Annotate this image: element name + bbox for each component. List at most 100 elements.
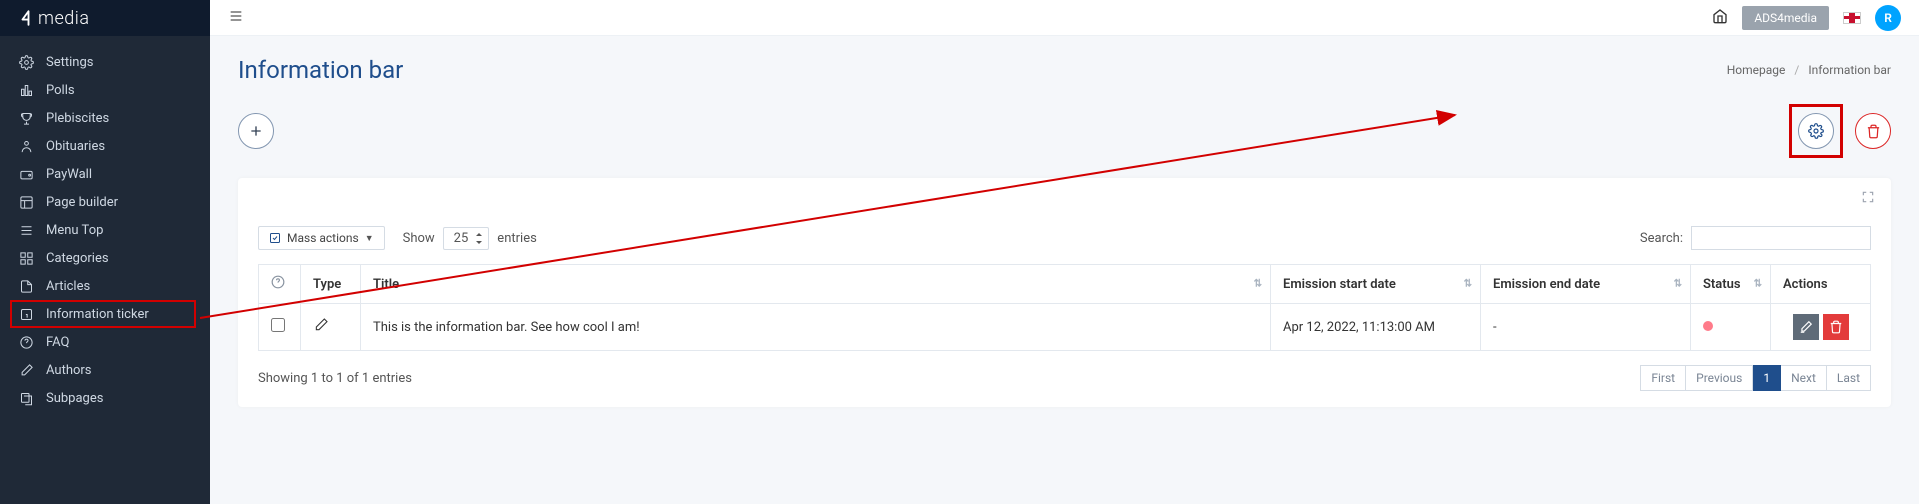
row-select-cell: [259, 304, 301, 351]
document-icon: [18, 278, 34, 294]
fullscreen-button[interactable]: [1861, 190, 1875, 208]
header-start-date[interactable]: Emission start date: [1271, 265, 1481, 304]
sidebar-item-label: Polls: [46, 83, 75, 98]
row-checkbox[interactable]: [271, 318, 285, 332]
sidebar-item-faq[interactable]: FAQ: [0, 328, 210, 356]
language-flag-uk[interactable]: [1843, 12, 1861, 24]
panel-controls: Mass actions ▼ Show 25 entries Search:: [258, 226, 1871, 250]
grid-icon: [18, 250, 34, 266]
sidebar-item-obituaries[interactable]: Obituaries: [0, 132, 210, 160]
sidebar-item-paywall[interactable]: PayWall: [0, 160, 210, 188]
trash-icon: [1866, 124, 1881, 139]
info-icon: [18, 306, 34, 322]
row-status-cell: [1691, 304, 1771, 351]
question-icon: [271, 275, 285, 289]
expand-icon: [1861, 190, 1875, 204]
home-button[interactable]: [1712, 8, 1728, 28]
row-start-cell: Apr 12, 2022, 11:13:00 AM: [1271, 304, 1481, 351]
sidebar-item-label: Obituaries: [46, 139, 105, 154]
user-avatar[interactable]: R: [1875, 5, 1901, 31]
data-panel: Mass actions ▼ Show 25 entries Search:: [238, 178, 1891, 407]
sidebar-item-subpages[interactable]: Subpages: [0, 384, 210, 412]
bar-chart-icon: [18, 82, 34, 98]
caret-down-icon: ▼: [365, 233, 374, 244]
wallet-icon: [18, 166, 34, 182]
page-size-select[interactable]: 25: [443, 227, 490, 250]
page-first[interactable]: First: [1640, 365, 1686, 391]
data-table: Type Title Emission start date Emission …: [258, 264, 1871, 351]
entries-label: entries: [497, 231, 537, 246]
sidebar-item-authors[interactable]: Authors: [0, 356, 210, 384]
row-end-cell: -: [1481, 304, 1691, 351]
sidebar-item-label: Articles: [46, 279, 90, 294]
breadcrumb-separator: /: [1794, 63, 1799, 77]
person-icon: [18, 138, 34, 154]
breadcrumb: Homepage / Information bar: [1727, 63, 1891, 77]
ads-button[interactable]: ADS4media: [1742, 6, 1829, 30]
edit-row-button[interactable]: [1793, 314, 1819, 340]
show-label: Show: [403, 231, 435, 246]
menu-icon: [18, 222, 34, 238]
sidebar-item-label: Subpages: [46, 391, 103, 406]
header-help: [259, 265, 301, 304]
sidebar-item-label: PayWall: [46, 167, 92, 182]
brand-logo[interactable]: media: [0, 0, 210, 36]
breadcrumb-current: Information bar: [1808, 63, 1891, 77]
page-last[interactable]: Last: [1827, 365, 1871, 391]
settings-highlight-box: [1789, 104, 1843, 158]
delete-row-button[interactable]: [1823, 314, 1849, 340]
edit-icon: [1799, 320, 1813, 334]
sidebar-item-polls[interactable]: Polls: [0, 76, 210, 104]
pen-icon: [18, 362, 34, 378]
table-info: Showing 1 to 1 of 1 entries: [258, 371, 412, 386]
sidebar-item-plebiscites[interactable]: Plebiscites: [0, 104, 210, 132]
header-end-date[interactable]: Emission end date: [1481, 265, 1691, 304]
pages-icon: [18, 390, 34, 406]
settings-button[interactable]: [1798, 113, 1834, 149]
page-next[interactable]: Next: [1781, 365, 1827, 391]
paginator: First Previous 1 Next Last: [1640, 365, 1871, 391]
gear-icon: [1808, 123, 1824, 139]
sidebar-item-information-ticker[interactable]: Information ticker: [0, 300, 210, 328]
row-actions-cell: [1771, 304, 1871, 351]
header-type[interactable]: Type: [301, 265, 361, 304]
plus-icon: [248, 123, 264, 139]
sidebar-item-page-builder[interactable]: Page builder: [0, 188, 210, 216]
page-header: Information bar Homepage / Information b…: [238, 56, 1891, 84]
add-button[interactable]: [238, 113, 274, 149]
table-row: This is the information bar. See how coo…: [259, 304, 1871, 351]
mass-actions-dropdown[interactable]: Mass actions ▼: [258, 226, 385, 250]
row-title-cell: This is the information bar. See how coo…: [361, 304, 1271, 351]
sidebar-item-settings[interactable]: Settings: [0, 48, 210, 76]
header-title[interactable]: Title: [361, 265, 1271, 304]
page-number[interactable]: 1: [1753, 365, 1781, 391]
sidebar-item-label: Settings: [46, 55, 93, 70]
page-prev[interactable]: Previous: [1686, 365, 1753, 391]
sidebar-toggle-button[interactable]: [228, 8, 244, 28]
page-title: Information bar: [238, 56, 403, 84]
page-size-value: 25: [454, 231, 469, 246]
header-actions: Actions: [1771, 265, 1871, 304]
brand-text: media: [38, 8, 89, 29]
delete-all-button[interactable]: [1855, 113, 1891, 149]
gear-icon: [18, 54, 34, 70]
layout-icon: [18, 194, 34, 210]
sidebar-item-label: Information ticker: [46, 307, 149, 322]
trash-icon: [1829, 320, 1843, 334]
header-status[interactable]: Status: [1691, 265, 1771, 304]
sidebar-item-label: FAQ: [46, 335, 69, 350]
sidebar-item-label: Menu Top: [46, 223, 103, 238]
sidebar-item-articles[interactable]: Articles: [0, 272, 210, 300]
logo-four-icon: [18, 9, 36, 27]
sidebar-item-categories[interactable]: Categories: [0, 244, 210, 272]
breadcrumb-home[interactable]: Homepage: [1727, 63, 1786, 77]
sidebar-item-menu-top[interactable]: Menu Top: [0, 216, 210, 244]
status-indicator: [1703, 321, 1713, 331]
table-header-row: Type Title Emission start date Emission …: [259, 265, 1871, 304]
search-input[interactable]: [1691, 226, 1871, 250]
search-control: Search:: [1640, 226, 1871, 250]
sidebar-nav: Settings Polls Plebiscites Obituaries Pa…: [0, 36, 210, 412]
mass-actions-label: Mass actions: [287, 231, 359, 245]
checkbox-icon: [269, 232, 281, 244]
search-label: Search:: [1640, 231, 1683, 246]
